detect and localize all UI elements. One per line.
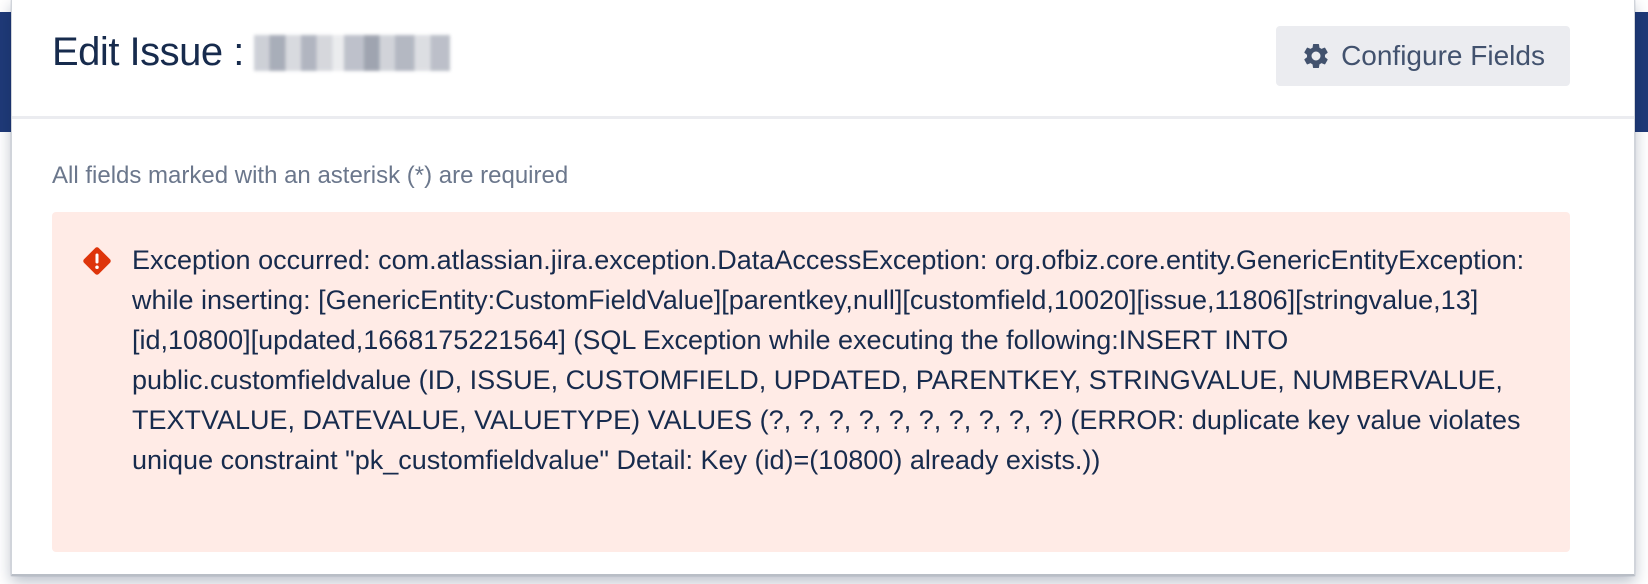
configure-fields-button[interactable]: Configure Fields [1276,26,1570,86]
configure-fields-label: Configure Fields [1341,40,1545,71]
dialog-title: Edit Issue : [52,30,244,74]
dialog-header: Edit Issue : Configure Fields [12,0,1634,119]
error-message-box: Exception occurred: com.atlassian.jira.e… [52,212,1570,552]
background-header-right [1634,12,1648,132]
error-message-text: Exception occurred: com.atlassian.jira.e… [132,245,1525,475]
dialog-title-wrap: Edit Issue : [52,30,450,75]
gear-icon [1301,41,1331,71]
required-fields-note: All fields marked with an asterisk (*) a… [52,162,569,189]
edit-issue-dialog: Edit Issue : Configure Fields All fields… [11,0,1635,576]
error-icon [82,246,112,276]
redacted-issue-key [253,34,450,71]
